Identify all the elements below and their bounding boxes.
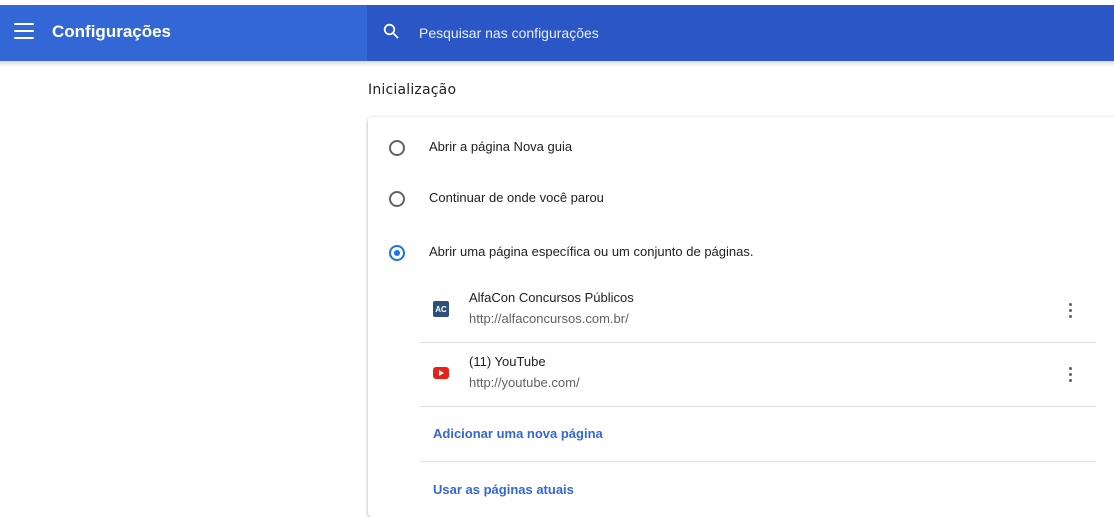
radio-label: Abrir uma página específica ou um conjun… (429, 244, 754, 259)
startup-card: Abrir a página Nova guia Continuar de on… (368, 117, 1114, 517)
radio-label: Continuar de onde você parou (429, 190, 604, 205)
search-input[interactable] (417, 19, 1021, 47)
startup-page-row: AC AlfaCon Concursos Públicos http://alf… (420, 278, 1096, 343)
youtube-favicon-icon (433, 365, 449, 381)
search-box[interactable] (367, 5, 1114, 61)
page-entry-title: (11) YouTube (469, 354, 546, 369)
use-current-pages-link[interactable]: Usar as páginas atuais (433, 482, 574, 497)
toolbar-shadow (0, 61, 1114, 67)
use-current-pages-row: Usar as páginas atuais (420, 462, 1096, 517)
radio-button[interactable] (389, 191, 405, 207)
radio-option-specific-pages[interactable]: Abrir uma página específica ou um conjun… (368, 234, 1088, 274)
add-page-row: Adicionar uma nova página (420, 406, 1096, 462)
more-options-icon[interactable] (1060, 362, 1080, 386)
radio-button[interactable] (389, 140, 405, 156)
radio-button-checked[interactable] (389, 245, 405, 261)
page-title: Configurações (52, 22, 172, 41)
page-entry-url: http://youtube.com/ (469, 375, 580, 390)
add-new-page-link[interactable]: Adicionar uma nova página (433, 426, 603, 441)
page-entry-title: AlfaCon Concursos Públicos (469, 290, 634, 305)
search-icon (383, 23, 399, 39)
section-title-startup: Inicialização (368, 82, 457, 98)
page-entry-url: http://alfaconcursos.com.br/ (469, 311, 629, 326)
hamburger-menu-icon[interactable] (14, 23, 34, 41)
startup-page-row: (11) YouTube http://youtube.com/ (420, 342, 1096, 407)
radio-label: Abrir a página Nova guia (429, 139, 573, 154)
radio-option-new-tab[interactable]: Abrir a página Nova guia (368, 129, 1088, 169)
more-options-icon[interactable] (1060, 298, 1080, 322)
radio-option-continue[interactable]: Continuar de onde você parou (368, 180, 1088, 220)
alfacon-favicon-icon: AC (433, 301, 449, 317)
